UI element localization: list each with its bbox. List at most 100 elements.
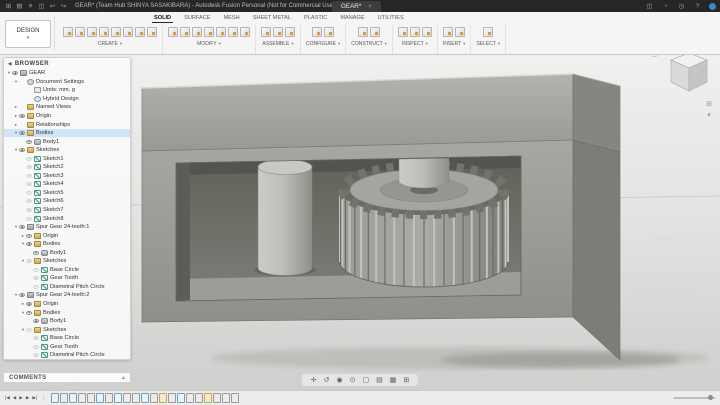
tree-item[interactable]: ▸ Origin [4,231,130,240]
fit-icon[interactable]: ▢ [362,377,369,384]
tool-icon[interactable] [455,26,466,37]
extensions-icon[interactable]: ◫ [645,2,654,10]
timeline-feature-sketch[interactable] [69,393,78,403]
tree-item[interactable]: ▾ Bodies [4,308,130,317]
tool-icon[interactable] [397,26,408,37]
ribbon-group-label[interactable]: CONFIGURE ▾ [306,41,340,47]
tool-icon[interactable] [204,26,214,37]
tool-icon[interactable] [273,26,283,37]
tree-item[interactable]: Units: mm, g [4,86,130,95]
tree-item[interactable]: Body1 [4,317,130,326]
tool-icon[interactable] [483,26,494,37]
visibility-eye-icon[interactable] [26,259,32,264]
visibility-eye-icon[interactable] [26,199,32,204]
tool-icon[interactable] [370,26,381,37]
tree-item[interactable]: ▾ Document Settings [4,78,130,87]
tree-item[interactable]: Diametral Pitch Circle [4,351,130,359]
timeline-feature-feature[interactable] [213,393,222,403]
timeline-feature-sketch[interactable] [96,393,105,403]
tree-item[interactable]: Sketch5 [4,189,130,198]
orbit-icon[interactable]: ↺ [324,377,330,384]
slider-knob[interactable] [708,395,713,400]
visibility-eye-icon[interactable] [33,276,39,281]
tool-icon[interactable] [358,26,369,37]
timeline-feature-feature[interactable] [87,393,96,403]
ribbon-tab-sheet-metal[interactable]: SHEET METAL [251,14,293,23]
timeline-feature-sketch[interactable] [141,393,150,403]
timeline-feature-feature[interactable] [195,393,204,403]
visibility-eye-icon[interactable] [26,327,32,332]
tool-icon[interactable] [261,26,271,37]
tree-item[interactable]: Body1 [4,137,130,146]
ribbon-tab-utilities[interactable]: UTILITIES [376,14,406,23]
tree-item[interactable]: Diametral Pitch Circle [4,283,130,292]
tree-item[interactable]: ▾ Spur Gear 24-teeth:1 [4,223,130,232]
timeline-feature-feature[interactable] [150,393,159,403]
visibility-eye-icon[interactable] [19,293,25,298]
step-forward-icon[interactable]: ▶ [26,395,30,401]
step-back-icon[interactable]: ◀ [13,395,17,401]
tool-icon[interactable] [147,26,157,37]
ribbon-tab-solid[interactable]: SOLID [152,14,174,23]
tree-item[interactable]: Sketch7 [4,206,130,215]
tool-icon[interactable] [123,26,133,37]
timeline-feature-feature[interactable] [168,393,177,403]
play-icon[interactable]: ▶ [19,395,23,401]
help-icon[interactable]: ? [693,3,702,10]
visibility-eye-icon[interactable] [26,173,32,178]
ribbon-group-label[interactable]: ASSEMBLE ▾ [262,41,293,47]
tree-item[interactable]: ▾ Sketches [4,257,130,266]
visibility-eye-icon[interactable] [26,208,32,213]
visibility-eye-icon[interactable] [33,353,39,358]
apps-grid-icon[interactable]: ⊞ [4,2,13,10]
visibility-eye-icon[interactable] [26,182,32,187]
expand-caret-icon[interactable]: ▴ [122,375,125,381]
data-panel-icon[interactable]: ▤ [15,2,24,10]
ribbon-tab-surface[interactable]: SURFACE [182,14,212,23]
ribbon-tab-mesh[interactable]: MESH [222,14,242,23]
tool-icon[interactable] [180,26,190,37]
tool-icon[interactable] [421,26,432,37]
ribbon-group-label[interactable]: CREATE ▾ [98,41,122,47]
workspace-switcher[interactable]: DESIGN ▾ [5,20,51,48]
timeline-feature-feature[interactable] [222,393,231,403]
tool-icon[interactable] [87,26,97,37]
collapse-caret-icon[interactable]: ◀ [8,61,12,67]
visibility-eye-icon[interactable] [33,319,39,324]
tree-item[interactable]: Sketch1 [4,154,130,163]
visibility-eye-icon[interactable] [19,225,25,230]
tree-item[interactable]: Sketch2 [4,163,130,172]
ribbon-group-label[interactable]: SELECT ▾ [476,41,500,47]
tree-item[interactable]: ▾ GEAR [4,69,130,78]
tree-item[interactable]: Sketch8 [4,214,130,223]
document-tab[interactable]: GEAR* × [332,1,381,12]
visibility-eye-icon[interactable] [33,250,39,255]
visibility-eye-icon[interactable] [26,302,32,307]
tool-icon[interactable] [99,26,109,37]
tab-close-icon[interactable]: × [368,3,372,10]
timeline-feature-feature[interactable] [132,393,141,403]
tree-item[interactable]: ▾ Spur Gear 24-teeth:2 [4,291,130,300]
look-at-icon[interactable]: ◉ [337,377,343,384]
visibility-eye-icon[interactable] [26,139,32,144]
timeline-feature-sketch[interactable] [51,393,60,403]
display-settings-icon[interactable]: ▤ [376,377,383,384]
grid-settings-icon[interactable]: ▦ [390,377,397,384]
view-cube-graphic[interactable] [662,48,714,98]
timeline-feature-feature[interactable] [105,393,114,403]
tool-icon[interactable] [240,26,250,37]
visibility-eye-icon[interactable] [26,165,32,170]
ribbon-group-label[interactable]: CONSTRUCT ▾ [351,41,387,47]
tree-item[interactable]: Gear Tooth [4,343,130,352]
timeline-feature-component[interactable] [159,393,168,403]
notifications-icon[interactable]: ◷ [677,2,686,10]
tool-icon[interactable] [285,26,295,37]
tree-item[interactable]: ▾ Sketches [4,325,130,334]
tool-icon[interactable] [63,26,73,37]
timeline-feature-sketch[interactable] [177,393,186,403]
redo-icon[interactable]: ↪ [59,2,68,10]
timeline-feature-feature[interactable] [78,393,87,403]
avatar[interactable] [709,2,716,10]
tree-item[interactable]: Sketch3 [4,172,130,181]
tree-item[interactable]: Gear Tooth [4,274,130,283]
